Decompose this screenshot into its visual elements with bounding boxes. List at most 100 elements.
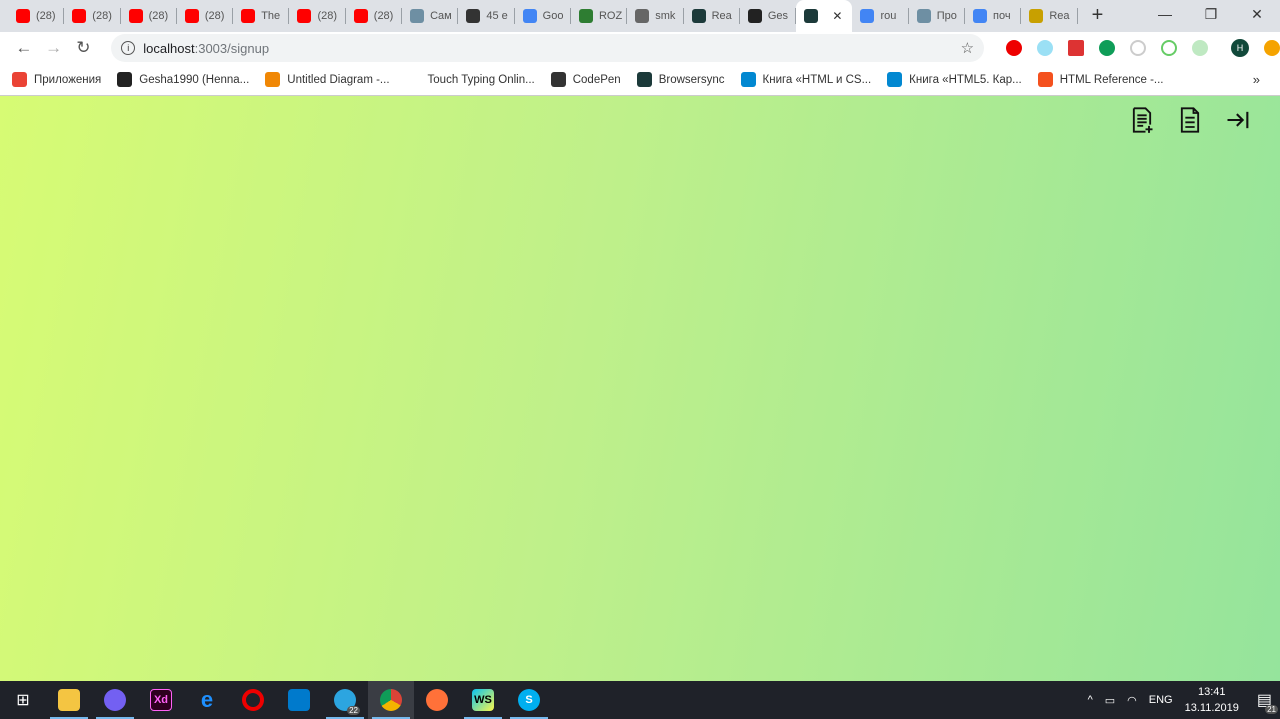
- clock[interactable]: 13:41 13.11.2019: [1185, 684, 1239, 716]
- google-translate-icon: [522, 9, 537, 23]
- tab[interactable]: (28): [177, 0, 234, 32]
- glasses-icon: [1029, 9, 1044, 23]
- close-tab-icon[interactable]: ✕: [832, 9, 842, 23]
- folder-icon: [58, 689, 80, 711]
- vscode-icon: [288, 689, 310, 711]
- tab[interactable]: поч: [965, 0, 1022, 32]
- bookmark-item[interactable]: Gesha1990 (Henna...: [117, 72, 249, 87]
- tab[interactable]: Cам: [402, 0, 459, 32]
- bookmark-item[interactable]: CodePen: [550, 72, 621, 87]
- bookmark-item[interactable]: Книга «HTML и CS...: [740, 72, 872, 87]
- back-icon[interactable]: ←: [10, 38, 38, 58]
- extension-icon[interactable]: [1068, 40, 1085, 56]
- hangouts-icon[interactable]: [1099, 40, 1116, 56]
- tab[interactable]: (28): [289, 0, 346, 32]
- close-window-button[interactable]: ✕: [1234, 0, 1280, 28]
- react-devtools-icon[interactable]: [1037, 40, 1054, 56]
- tab-title: Ges: [767, 10, 789, 22]
- new-tab-button[interactable]: +: [1092, 0, 1104, 32]
- apps-icon: [12, 72, 27, 87]
- tab[interactable]: (28): [346, 0, 403, 32]
- profile-avatar[interactable]: H: [1231, 39, 1250, 57]
- battery-icon[interactable]: ▭: [1105, 694, 1115, 707]
- taskbar-explorer[interactable]: [46, 681, 92, 719]
- youtube-icon: [353, 9, 368, 23]
- react-icon: [636, 72, 652, 87]
- sign-in-icon[interactable]: [1224, 106, 1252, 137]
- taskbar-adobe-xd[interactable]: Xd: [138, 681, 184, 719]
- bookmark-label: Gesha1990 (Henna...: [139, 73, 250, 86]
- bookmark-item[interactable]: HTML Reference -...: [1037, 72, 1164, 87]
- bookmark-label: Книга «HTML5. Кар...: [909, 73, 1022, 86]
- bookmark-item[interactable]: Touch Typing Onlin...: [405, 72, 535, 87]
- bookmark-item[interactable]: Browsersync: [636, 72, 725, 87]
- extension-icon[interactable]: [1161, 40, 1178, 56]
- github-icon: [117, 72, 133, 87]
- youtube-icon: [128, 9, 143, 23]
- url-host: localhost: [143, 40, 195, 56]
- tab[interactable]: Rea: [1021, 0, 1078, 32]
- viber-icon: [104, 689, 126, 711]
- bookmark-item[interactable]: Книга «HTML5. Кар...: [887, 72, 1022, 87]
- tab[interactable]: Ges: [740, 0, 797, 32]
- extension-icon[interactable]: [1264, 40, 1280, 56]
- roz-icon: [578, 9, 593, 23]
- skype-icon: S: [518, 689, 540, 711]
- tab-title: поч: [993, 10, 1011, 22]
- bookmark-label: Книга «HTML и CS...: [762, 73, 872, 86]
- taskbar-opera[interactable]: [230, 681, 276, 719]
- taskbar-viber[interactable]: [92, 681, 138, 719]
- tab[interactable]: (28): [64, 0, 121, 32]
- taskbar-webstorm[interactable]: WS: [460, 681, 506, 719]
- address-bar[interactable]: i localhost:3003/signup ☆: [111, 34, 985, 62]
- taskbar-firefox[interactable]: [414, 681, 460, 719]
- forward-icon[interactable]: →: [40, 38, 68, 58]
- reload-icon[interactable]: ↻: [70, 38, 98, 58]
- windows-icon: ⊞: [16, 692, 30, 709]
- taskbar-vscode[interactable]: [276, 681, 322, 719]
- tab-title: Rea: [1049, 10, 1070, 22]
- taskbar-chrome[interactable]: [368, 681, 414, 719]
- show-hidden-icons-chevron-icon[interactable]: ^: [1088, 694, 1093, 706]
- tab-title: The: [261, 10, 281, 22]
- minimize-button[interactable]: —: [1142, 0, 1188, 28]
- extension-icon[interactable]: [1130, 40, 1147, 56]
- tab-title: (28): [148, 10, 169, 22]
- google-icon: [973, 9, 988, 23]
- youtube-icon: [16, 9, 30, 23]
- taskbar-skype[interactable]: S: [506, 681, 552, 719]
- tab[interactable]: smk: [627, 0, 684, 32]
- add-document-icon[interactable]: [1128, 106, 1156, 137]
- opera-adblock-icon[interactable]: [1006, 40, 1023, 56]
- tab[interactable]: Goo: [515, 0, 571, 32]
- wifi-icon[interactable]: ◠: [1127, 694, 1137, 707]
- bookmark-item[interactable]: Приложения: [12, 72, 101, 87]
- tab[interactable]: ROZ: [571, 0, 628, 32]
- taskbar-telegram[interactable]: 22: [322, 681, 368, 719]
- tab[interactable]: rou: [852, 0, 909, 32]
- extension-icon[interactable]: [1192, 40, 1209, 56]
- chrome-icon: [380, 689, 402, 711]
- document-icon[interactable]: [1176, 106, 1204, 137]
- bookmarks-more-button[interactable]: »: [1253, 72, 1260, 87]
- tab[interactable]: ✕: [796, 0, 853, 32]
- taskbar-edge[interactable]: e: [184, 681, 230, 719]
- restore-button[interactable]: ❐: [1188, 0, 1234, 28]
- info-icon[interactable]: i: [121, 41, 136, 55]
- bookmark-star-icon[interactable]: ☆: [961, 39, 974, 57]
- tab[interactable]: The: [233, 0, 290, 32]
- tab[interactable]: 45 е: [458, 0, 515, 32]
- tab[interactable]: Rea: [684, 0, 740, 32]
- start-button[interactable]: ⊞: [0, 681, 46, 719]
- tab-title: Rea: [711, 10, 732, 22]
- tab[interactable]: (28): [8, 0, 65, 32]
- language-indicator[interactable]: ENG: [1149, 694, 1173, 706]
- notifications-icon[interactable]: ▤ 21: [1257, 690, 1278, 714]
- bookmark-label: Touch Typing Onlin...: [427, 73, 535, 86]
- codepen-icon: [550, 72, 566, 87]
- tab-title: ROZ: [598, 10, 623, 22]
- tab[interactable]: Про: [909, 0, 966, 32]
- bookmark-item[interactable]: Untitled Diagram -...: [265, 72, 390, 87]
- tab[interactable]: (28): [121, 0, 177, 32]
- bookmarks-bar: Приложения Gesha1990 (Henna... Untitled Di…: [0, 64, 1280, 96]
